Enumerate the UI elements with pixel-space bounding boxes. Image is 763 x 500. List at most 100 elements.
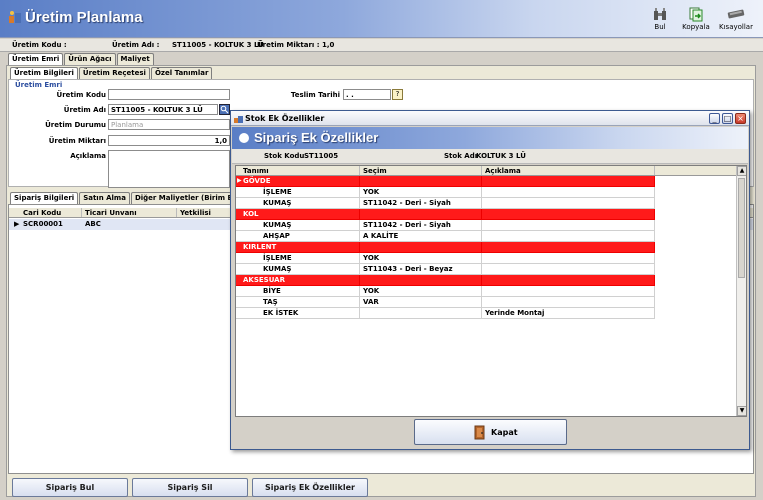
- definition-cell[interactable]: KUMAŞ: [236, 264, 360, 275]
- stock-name-value: KOLTUK 3 LÜ: [476, 152, 526, 160]
- choice-cell[interactable]: [360, 242, 482, 253]
- close-button[interactable]: ×: [735, 113, 746, 124]
- definition-cell[interactable]: AHŞAP: [236, 231, 360, 242]
- shortcuts-button[interactable]: Kısayollar: [716, 4, 756, 36]
- tab-purchasing[interactable]: Satın Alma: [79, 192, 130, 204]
- extras-grid-header: Tanımı Seçim Açıklama: [236, 166, 736, 176]
- note-cell[interactable]: [482, 187, 655, 198]
- note-cell[interactable]: [482, 198, 655, 209]
- choice-cell[interactable]: [360, 275, 482, 286]
- definition-cell[interactable]: BİYE: [236, 286, 360, 297]
- group-row[interactable]: KOL: [236, 209, 660, 220]
- definition-cell[interactable]: KOL: [236, 209, 360, 220]
- definition-cell[interactable]: GÖVDE: [236, 176, 360, 187]
- note-cell[interactable]: [482, 231, 655, 242]
- choice-cell[interactable]: YOK: [360, 286, 482, 297]
- tab-custom-definitions[interactable]: Özel Tanımlar: [150, 67, 213, 79]
- scroll-down-icon[interactable]: ▼: [737, 406, 746, 416]
- find-order-button[interactable]: Sipariş Bul: [12, 478, 128, 497]
- tab-order-info[interactable]: Sipariş Bilgileri: [10, 192, 79, 204]
- choice-cell[interactable]: YOK: [360, 187, 482, 198]
- tab-production-recipe[interactable]: Üretim Reçetesi: [78, 67, 150, 79]
- note-cell[interactable]: [482, 253, 655, 264]
- dialog-titlebar[interactable]: Stok Ek Özellikler _ □ ×: [231, 111, 749, 126]
- delete-order-button[interactable]: Sipariş Sil: [132, 478, 248, 497]
- col-header[interactable]: Yetkilisi: [177, 208, 237, 217]
- qty-input[interactable]: 1,0: [108, 135, 230, 146]
- delivery-date-input[interactable]: . .: [343, 89, 391, 100]
- group-row[interactable]: AKSESUAR: [236, 275, 660, 286]
- dialog-window-title: Stok Ek Özellikler: [245, 114, 325, 123]
- note-cell[interactable]: [482, 242, 655, 253]
- description-textarea[interactable]: [108, 150, 230, 188]
- choice-cell[interactable]: YOK: [360, 253, 482, 264]
- tab-production-info[interactable]: Üretim Bilgileri: [10, 67, 78, 79]
- choice-cell[interactable]: [360, 209, 482, 220]
- note-cell[interactable]: [482, 220, 655, 231]
- choice-cell[interactable]: A KALİTE: [360, 231, 482, 242]
- close-dialog-button[interactable]: Kapat: [414, 419, 567, 445]
- choice-cell[interactable]: ST11043 - Deri - Beyaz: [360, 264, 482, 275]
- definition-cell[interactable]: TAŞ: [236, 297, 360, 308]
- app-window: Üretim Planlama Bul Kopyala Kısayollar Ü…: [0, 0, 763, 500]
- copy-icon: [689, 7, 703, 22]
- table-row[interactable]: BİYE YOK: [236, 286, 660, 297]
- definition-cell[interactable]: EK İSTEK: [236, 308, 360, 319]
- calendar-icon[interactable]: ?: [392, 89, 403, 100]
- dialog-stock-info: Stok Kodu ST11005 Stok Adı KOLTUK 3 LÜ: [232, 149, 748, 164]
- choice-cell[interactable]: [360, 308, 482, 319]
- main-tabs: Üretim Emri Ürün Ağacı Maliyet: [8, 53, 155, 65]
- name-input[interactable]: ST11005 - KOLTUK 3 LÜ: [108, 104, 218, 115]
- table-row[interactable]: KUMAŞ ST11042 - Deri - Siyah: [236, 220, 660, 231]
- note-cell[interactable]: [482, 209, 655, 220]
- definition-cell[interactable]: İŞLEME: [236, 253, 360, 264]
- copy-button[interactable]: Kopyala: [680, 4, 712, 36]
- vertical-scrollbar[interactable]: ▲ ▼: [736, 166, 746, 416]
- col-header[interactable]: Cari Kodu: [9, 208, 82, 217]
- scroll-up-icon[interactable]: ▲: [737, 166, 746, 176]
- minimize-button[interactable]: _: [709, 113, 720, 124]
- note-cell[interactable]: [482, 297, 655, 308]
- order-code-cell: SCR00001: [23, 220, 63, 228]
- code-input[interactable]: [108, 89, 230, 100]
- definition-cell[interactable]: İŞLEME: [236, 187, 360, 198]
- note-cell[interactable]: [482, 286, 655, 297]
- status-select[interactable]: Planlama: [108, 119, 230, 130]
- col-header[interactable]: Ticari Unvanı: [82, 208, 177, 217]
- order-name-cell: ABC: [85, 220, 101, 228]
- note-cell[interactable]: [482, 275, 655, 286]
- choice-cell[interactable]: VAR: [360, 297, 482, 308]
- tab-production-order[interactable]: Üretim Emri: [8, 53, 64, 65]
- table-row[interactable]: İŞLEME YOK: [236, 187, 660, 198]
- group-row[interactable]: KIRLENT: [236, 242, 660, 253]
- order-extras-button[interactable]: Sipariş Ek Özellikler: [252, 478, 368, 497]
- definition-cell[interactable]: KIRLENT: [236, 242, 360, 253]
- dialog-header: Sipariş Ek Özellikler: [232, 127, 748, 149]
- definition-cell[interactable]: KUMAŞ: [236, 198, 360, 209]
- note-cell[interactable]: [482, 176, 655, 187]
- choice-cell[interactable]: ST11042 - Deri - Siyah: [360, 220, 482, 231]
- table-row[interactable]: EK İSTEK Yerinde Montaj: [236, 308, 660, 319]
- name-info-value: ST11005 - KOLTUK 3 LÜ: [172, 41, 264, 49]
- group-row[interactable]: GÖVDE ▶: [236, 176, 660, 187]
- col-header[interactable]: Açıklama: [482, 166, 655, 175]
- note-cell[interactable]: Yerinde Montaj: [482, 308, 655, 319]
- search-button[interactable]: [219, 104, 230, 115]
- table-row[interactable]: AHŞAP A KALİTE: [236, 231, 660, 242]
- choice-cell[interactable]: ST11042 - Deri - Siyah: [360, 198, 482, 209]
- table-row[interactable]: KUMAŞ ST11042 - Deri - Siyah: [236, 198, 660, 209]
- table-row[interactable]: KUMAŞ ST11043 - Deri - Beyaz: [236, 264, 660, 275]
- col-header[interactable]: Tanımı: [236, 166, 360, 175]
- tab-product-tree[interactable]: Ürün Ağacı: [64, 53, 116, 65]
- table-row[interactable]: TAŞ VAR: [236, 297, 660, 308]
- col-header[interactable]: Seçim: [360, 166, 482, 175]
- find-button[interactable]: Bul: [644, 4, 676, 36]
- maximize-button[interactable]: □: [722, 113, 733, 124]
- table-row[interactable]: İŞLEME YOK: [236, 253, 660, 264]
- definition-cell[interactable]: AKSESUAR: [236, 275, 360, 286]
- tab-cost[interactable]: Maliyet: [116, 53, 154, 65]
- note-cell[interactable]: [482, 264, 655, 275]
- definition-cell[interactable]: KUMAŞ: [236, 220, 360, 231]
- scroll-thumb[interactable]: [738, 178, 745, 278]
- choice-cell[interactable]: [360, 176, 482, 187]
